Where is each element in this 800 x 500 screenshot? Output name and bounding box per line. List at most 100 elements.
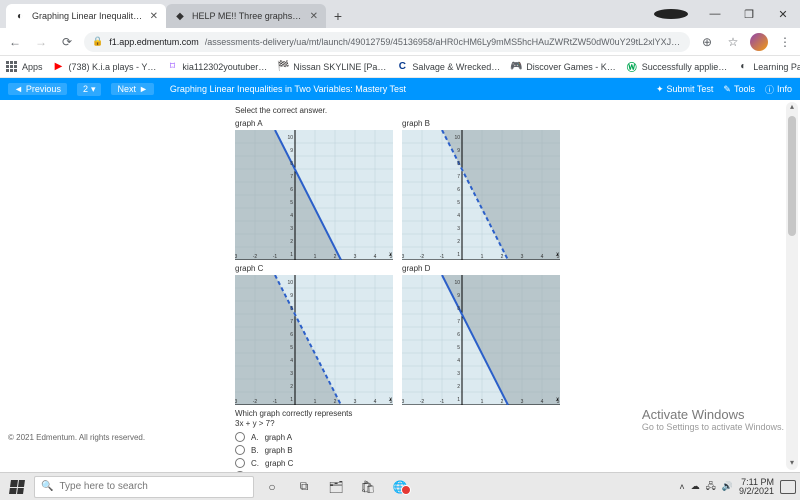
bookmark-item[interactable]: ◐Learning Path - Dav…	[737, 61, 800, 73]
svg-text:6: 6	[457, 332, 460, 338]
site-icon: Ⓦ	[626, 61, 638, 73]
close-icon[interactable]: ✕	[310, 11, 318, 22]
svg-text:-1: -1	[273, 399, 278, 405]
instruction-text: Select the correct answer.	[235, 106, 565, 115]
copyright-text: © 2021 Edmentum. All rights reserved.	[8, 433, 145, 442]
vertical-scrollbar[interactable]: ▴ ▾	[786, 102, 798, 470]
choice-c[interactable]: C.graph C	[235, 458, 565, 468]
svg-text:-2: -2	[253, 399, 258, 405]
choice-tag: C.	[251, 459, 259, 468]
svg-text:-1: -1	[273, 254, 278, 260]
windows-logo-icon	[9, 480, 25, 494]
profile-avatar[interactable]	[750, 33, 768, 51]
svg-text:2: 2	[290, 239, 293, 245]
window-controls: ― ❐ ✕	[654, 0, 800, 28]
back-button[interactable]: ←	[6, 35, 24, 49]
taskbar-app-explorer[interactable]: 🗂	[322, 476, 350, 498]
close-window-button[interactable]: ✕	[766, 8, 800, 21]
tools-button[interactable]: ✎ Tools	[723, 83, 755, 96]
svg-text:2: 2	[334, 254, 337, 260]
next-button[interactable]: Next ►	[111, 83, 153, 95]
previous-button[interactable]: ◄ Previous	[8, 83, 67, 95]
cortana-icon[interactable]: ○	[258, 476, 286, 498]
bookmark-item[interactable]: ⌑ kia112302youtuber…	[166, 61, 267, 73]
browser-tab-inactive[interactable]: ◆ HELP ME!! Three graphs are sho… ✕	[166, 4, 326, 28]
info-button[interactable]: ⓘ Info	[765, 83, 792, 96]
twitch-icon: ⌑	[166, 61, 178, 73]
assessment-nav-bar: ◄ Previous 2 ▾ Next ► Graphing Linear In…	[0, 78, 800, 100]
scroll-up-icon[interactable]: ▴	[786, 102, 798, 114]
svg-text:-2: -2	[420, 399, 425, 405]
bookmark-label: Learning Path - Dav…	[753, 62, 800, 72]
search-icon: 🔍	[41, 481, 53, 492]
browser-toolbar: ← → ⟳ 🔒 f1.app.edmentum.com /assessments…	[0, 28, 800, 56]
svg-text:-2: -2	[420, 254, 425, 260]
counter-value: 2	[83, 84, 88, 94]
svg-text:3: 3	[457, 226, 460, 232]
svg-text:-3: -3	[402, 399, 404, 405]
radio-b[interactable]	[235, 445, 245, 455]
svg-text:1: 1	[481, 254, 484, 260]
tray-network-icon[interactable]: 🖧	[706, 479, 716, 495]
tab-title: HELP ME!! Three graphs are sho…	[192, 11, 304, 21]
bookmark-item[interactable]: CSalvage & Wrecked…	[396, 61, 500, 73]
svg-text:10: 10	[287, 135, 293, 141]
forward-button[interactable]: →	[32, 35, 50, 49]
bookmark-star-icon[interactable]: ☆	[724, 35, 742, 49]
submit-test-button[interactable]: ✦ Submit Test	[656, 83, 713, 96]
minimize-button[interactable]: ―	[698, 8, 732, 20]
close-icon[interactable]: ✕	[150, 11, 158, 22]
question-prompt: Which graph correctly represents 3x + y …	[235, 409, 565, 428]
browser-tab-strip: ◐ Graphing Linear Inequalities in T… ✕ ◆…	[0, 0, 800, 28]
choice-b[interactable]: B.graph B	[235, 445, 565, 455]
scroll-down-icon[interactable]: ▾	[786, 458, 798, 470]
radio-a[interactable]	[235, 432, 245, 442]
svg-text:6: 6	[457, 187, 460, 193]
tray-volume-icon[interactable]: 🔊	[722, 481, 733, 492]
start-button[interactable]	[4, 476, 30, 498]
svg-text:2: 2	[457, 384, 460, 390]
tray-chevron-up-icon[interactable]: ˄	[679, 482, 684, 492]
svg-text:3: 3	[354, 399, 357, 405]
svg-text:4: 4	[290, 358, 293, 364]
tray-clock[interactable]: 7:11 PM 9/2/2021	[739, 478, 774, 496]
action-center-icon[interactable]	[780, 480, 796, 494]
address-bar[interactable]: 🔒 f1.app.edmentum.com /assessments-deliv…	[84, 32, 690, 52]
update-available-icon[interactable]	[654, 9, 688, 19]
bookmark-item[interactable]: ▶(738) K.i.a plays - Y…	[53, 61, 157, 73]
choice-a[interactable]: A.graph A	[235, 432, 565, 442]
submit-label: Submit Test	[667, 84, 714, 94]
maximize-button[interactable]: ❐	[732, 8, 766, 21]
taskbar-app-chrome[interactable]: 🌐	[386, 476, 414, 498]
tray-onedrive-icon[interactable]: ☁	[691, 481, 700, 492]
taskbar-search[interactable]: 🔍 Type here to search	[34, 476, 254, 498]
svg-text:2: 2	[501, 254, 504, 260]
bookmark-label: kia112302youtuber…	[182, 62, 267, 72]
menu-icon[interactable]: ⋮	[776, 35, 794, 49]
prompt-line-1: Which graph correctly represents	[235, 409, 565, 419]
svg-text:5: 5	[290, 200, 293, 206]
edmentum-favicon: ◐	[14, 10, 26, 22]
reload-button[interactable]: ⟳	[58, 35, 76, 49]
bookmark-item[interactable]: 🎮Discover Games - K…	[510, 61, 616, 73]
task-view-icon[interactable]: ⧉	[290, 476, 318, 498]
scrollbar-thumb[interactable]	[788, 116, 796, 236]
install-app-icon[interactable]: ⊕	[698, 35, 716, 49]
svg-text:9: 9	[290, 148, 293, 154]
svg-text:8: 8	[457, 306, 460, 312]
previous-label: Previous	[26, 84, 61, 94]
bookmark-item[interactable]: ⓌSuccessfully applie…	[626, 61, 728, 73]
new-tab-button[interactable]: +	[326, 4, 350, 28]
apps-shortcut[interactable]: Apps	[6, 61, 43, 73]
bookmark-item[interactable]: 🏁Nissan SKYLINE [Pa…	[277, 61, 386, 73]
browser-tab-active[interactable]: ◐ Graphing Linear Inequalities in T… ✕	[6, 4, 166, 28]
question-counter[interactable]: 2 ▾	[77, 83, 102, 96]
svg-text:1: 1	[290, 252, 293, 258]
svg-text:8: 8	[457, 161, 460, 167]
svg-text:-3: -3	[402, 254, 404, 260]
tab-title: Graphing Linear Inequalities in T…	[32, 11, 144, 21]
radio-c[interactable]	[235, 458, 245, 468]
svg-text:5: 5	[290, 345, 293, 351]
svg-text:-3: -3	[235, 254, 237, 260]
taskbar-app-store[interactable]: 🛍	[354, 476, 382, 498]
